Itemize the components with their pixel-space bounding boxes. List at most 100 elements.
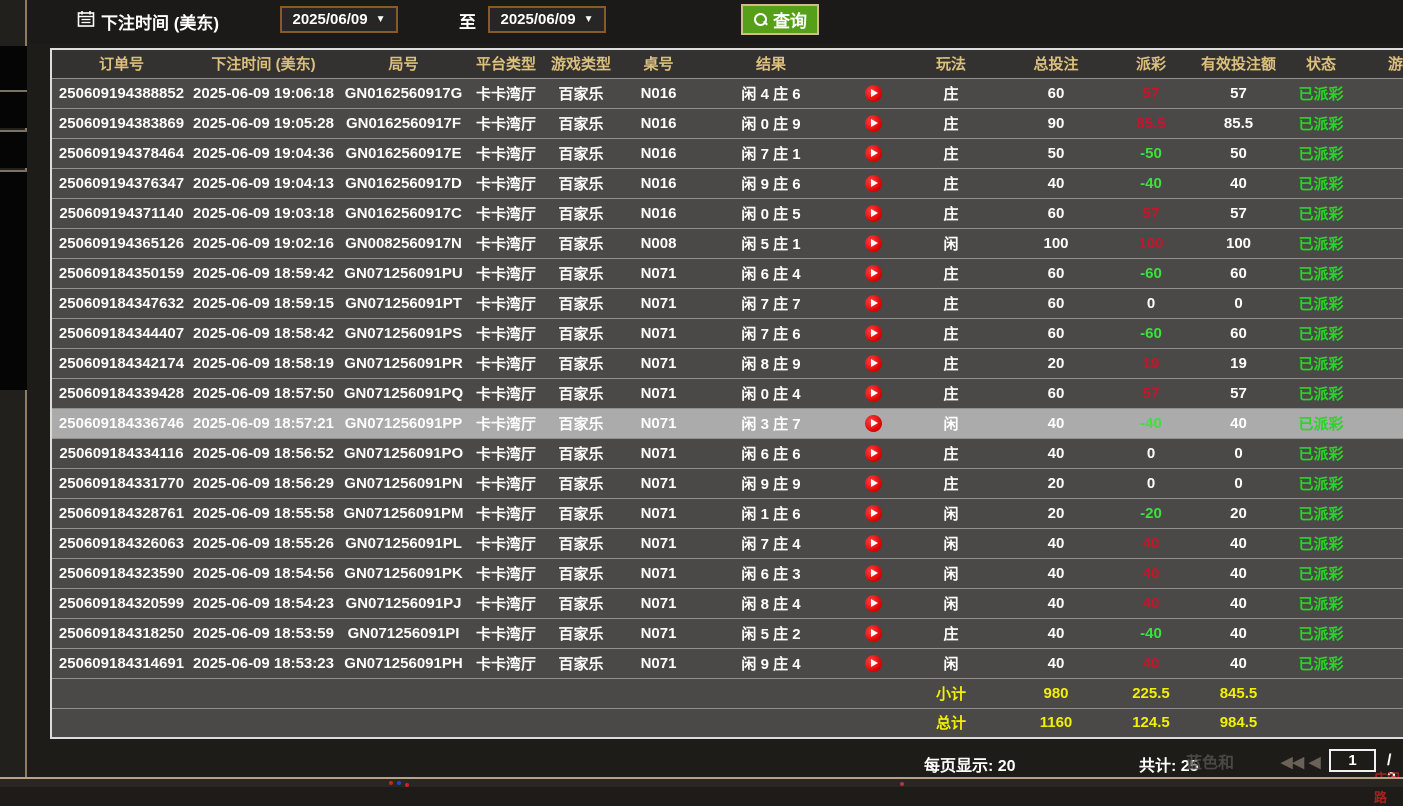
table-number-cell: N071 [621,318,696,348]
platform-type-cell: 卡卡湾厅 [471,138,541,168]
payout-cell: 57 [1111,78,1191,108]
play-replay-icon[interactable] [865,445,882,462]
play-type-cell: 闲 [901,528,1001,558]
valid-bet-cell: 57 [1191,198,1286,228]
replay-cell [846,228,901,258]
table-row[interactable]: 250609184318250 2025-06-09 18:53:59 GN07… [51,618,1403,648]
game-extra-cell [1356,408,1403,438]
result-cell: 闲 5 庄 1 [696,228,846,258]
table-row[interactable]: 250609194365126 2025-06-09 19:02:16 GN00… [51,228,1403,258]
table-row[interactable]: 250609184328761 2025-06-09 18:55:58 GN07… [51,498,1403,528]
subtotal-bet: 980 [1001,678,1111,708]
play-replay-icon[interactable] [865,325,882,342]
play-replay-icon[interactable] [865,385,882,402]
table-row[interactable]: 250609184326063 2025-06-09 18:55:26 GN07… [51,528,1403,558]
table-row[interactable]: 250609184334116 2025-06-09 18:56:52 GN07… [51,438,1403,468]
bet-time-cell: 2025-06-09 19:04:36 [191,138,336,168]
valid-bet-cell: 85.5 [1191,108,1286,138]
bet-time-cell: 2025-06-09 18:53:59 [191,618,336,648]
table-row[interactable]: 250609184323590 2025-06-09 18:54:56 GN07… [51,558,1403,588]
round-number-cell: GN0162560917F [336,108,471,138]
replay-cell [846,198,901,228]
play-replay-icon[interactable] [865,625,882,642]
column-header: 订单号 [51,49,191,78]
play-type-cell: 庄 [901,348,1001,378]
page-number-input[interactable] [1329,749,1376,772]
table-row[interactable]: 250609184339428 2025-06-09 18:57:50 GN07… [51,378,1403,408]
game-type-cell: 百家乐 [541,288,621,318]
status-cell: 已派彩 [1286,408,1356,438]
replay-cell [846,588,901,618]
play-replay-icon[interactable] [865,475,882,492]
pagination-prev-icon[interactable]: ◀ [1309,753,1321,771]
play-replay-icon[interactable] [865,565,882,582]
game-extra-cell [1356,618,1403,648]
order-number-cell: 250609184339428 [51,378,191,408]
payout-cell: 85.5 [1111,108,1191,138]
play-replay-icon[interactable] [865,265,882,282]
payout-cell: 0 [1111,438,1191,468]
play-replay-icon[interactable] [865,115,882,132]
total-bet-cell: 20 [1001,468,1111,498]
round-number-cell: GN0162560917C [336,198,471,228]
round-number-cell: GN071256091PI [336,618,471,648]
play-replay-icon[interactable] [865,535,882,552]
column-header: 派彩 [1111,49,1191,78]
play-replay-icon[interactable] [865,295,882,312]
total-bet-cell: 20 [1001,348,1111,378]
table-row[interactable]: 250609184314691 2025-06-09 18:53:23 GN07… [51,648,1403,678]
play-replay-icon[interactable] [865,235,882,252]
bet-time-cell: 2025-06-09 18:59:42 [191,258,336,288]
table-number-cell: N016 [621,168,696,198]
result-cell: 闲 9 庄 6 [696,168,846,198]
play-replay-icon[interactable] [865,145,882,162]
background-panel [0,170,27,390]
table-number-cell: N071 [621,618,696,648]
payout-cell: 57 [1111,378,1191,408]
play-type-cell: 闲 [901,498,1001,528]
play-type-cell: 庄 [901,198,1001,228]
chevron-down-icon: ▼ [584,14,594,25]
table-row[interactable]: 250609184342174 2025-06-09 18:58:19 GN07… [51,348,1403,378]
table-row[interactable]: 250609194378464 2025-06-09 19:04:36 GN01… [51,138,1403,168]
play-replay-icon[interactable] [865,355,882,372]
date-from-picker[interactable]: 2025/06/09 ▼ [280,6,398,33]
date-to-value: 2025/06/09 [501,11,576,28]
play-replay-icon[interactable] [865,175,882,192]
round-number-cell: GN0082560917N [336,228,471,258]
query-button[interactable]: 查询 [741,4,819,35]
table-row[interactable]: 250609184336746 2025-06-09 18:57:21 GN07… [51,408,1403,438]
total-label: 总计 [901,708,1001,738]
table-row[interactable]: 250609194388852 2025-06-09 19:06:18 GN01… [51,78,1403,108]
table-row[interactable]: 250609184320599 2025-06-09 18:54:23 GN07… [51,588,1403,618]
game-type-cell: 百家乐 [541,558,621,588]
table-number-cell: N071 [621,438,696,468]
game-extra-cell [1356,258,1403,288]
table-row[interactable]: 250609184331770 2025-06-09 18:56:29 GN07… [51,468,1403,498]
play-replay-icon[interactable] [865,205,882,222]
table-row[interactable]: 250609194383869 2025-06-09 19:05:28 GN01… [51,108,1403,138]
game-extra-cell [1356,318,1403,348]
bet-time-cell: 2025-06-09 19:02:16 [191,228,336,258]
bet-records-table-wrap: 订单号下注时间 (美东)局号平台类型游戏类型桌号结果玩法总投注派彩有效投注额状态… [50,48,1403,740]
play-replay-icon[interactable] [865,595,882,612]
payout-cell: -40 [1111,618,1191,648]
play-replay-icon[interactable] [865,505,882,522]
bet-time-cell: 2025-06-09 18:55:26 [191,528,336,558]
table-row[interactable]: 250609184344407 2025-06-09 18:58:42 GN07… [51,318,1403,348]
roadmap-dot [397,781,401,785]
pagination-first-icon[interactable]: ◀◀ [1281,753,1304,771]
round-number-cell: GN071256091PT [336,288,471,318]
play-replay-icon[interactable] [865,655,882,672]
valid-bet-cell: 40 [1191,558,1286,588]
table-row[interactable]: 250609194371140 2025-06-09 19:03:18 GN01… [51,198,1403,228]
platform-type-cell: 卡卡湾厅 [471,348,541,378]
play-replay-icon[interactable] [865,415,882,432]
date-to-picker[interactable]: 2025/06/09 ▼ [488,6,606,33]
table-row[interactable]: 250609184350159 2025-06-09 18:59:42 GN07… [51,258,1403,288]
play-replay-icon[interactable] [865,85,882,102]
table-row[interactable]: 250609194376347 2025-06-09 19:04:13 GN01… [51,168,1403,198]
bet-time-cell: 2025-06-09 18:54:23 [191,588,336,618]
table-row[interactable]: 250609184347632 2025-06-09 18:59:15 GN07… [51,288,1403,318]
total-bet-cell: 60 [1001,288,1111,318]
